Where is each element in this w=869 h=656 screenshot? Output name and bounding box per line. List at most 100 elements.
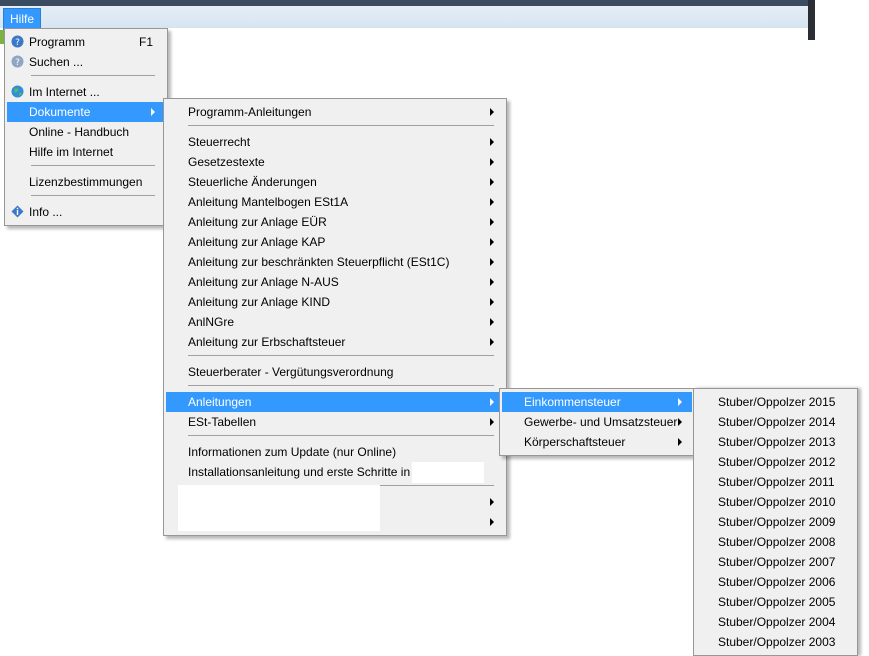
menu-item-anlngre[interactable]: AnlNGre — [166, 312, 504, 332]
menu-item-label: Stuber/Oppolzer 2015 — [718, 395, 836, 409]
menu-item-online-handbuch[interactable]: Online - Handbuch — [7, 122, 165, 142]
submenu-arrow-icon — [490, 278, 494, 286]
submenu-arrow-icon — [490, 158, 494, 166]
submenu-arrow-icon — [678, 418, 682, 426]
menu-item-einkommensteuer[interactable]: Einkommensteuer — [502, 392, 692, 412]
menu-item-stuber-2015[interactable]: Stuber/Oppolzer 2015 — [696, 392, 855, 412]
menu-item-steuerrecht[interactable]: Steuerrecht — [166, 132, 504, 152]
menu-item-label: Stuber/Oppolzer 2014 — [718, 415, 836, 429]
submenu-arrow-icon — [678, 438, 682, 446]
menu-item-label: Anleitung zur Anlage KAP — [188, 235, 326, 249]
menu-item-label: Anleitung zur Anlage KIND — [188, 295, 331, 309]
globe-icon — [11, 85, 24, 98]
menu-item-label: Stuber/Oppolzer 2007 — [718, 555, 836, 569]
info-icon — [11, 205, 24, 218]
menu-separator — [31, 75, 155, 76]
menu-item-label: Körperschaftsteuer — [524, 435, 626, 449]
income-tax-menu: Stuber/Oppolzer 2015 Stuber/Oppolzer 201… — [693, 388, 858, 656]
menu-separator — [188, 125, 494, 126]
menu-item-label: Hilfe im Internet — [29, 145, 114, 159]
redacted-region — [178, 485, 380, 531]
menu-separator — [188, 355, 494, 356]
menu-item-label: Stuber/Oppolzer 2010 — [718, 495, 836, 509]
menu-item-label: Steuerrecht — [188, 135, 251, 149]
menu-item-est1c[interactable]: Anleitung zur beschränkten Steuerpflicht… — [166, 252, 504, 272]
menu-item-anlage-euer[interactable]: Anleitung zur Anlage EÜR — [166, 212, 504, 232]
menu-item-label: Anleitung zur Anlage N-AUS — [188, 275, 339, 289]
help-circle-icon: ? — [11, 35, 24, 48]
menu-item-label: Gesetzestexte — [188, 155, 265, 169]
menu-item-steuerliche-aenderungen[interactable]: Steuerliche Änderungen — [166, 172, 504, 192]
menu-item-stuber-2007[interactable]: Stuber/Oppolzer 2007 — [696, 552, 855, 572]
menu-item-stuber-2013[interactable]: Stuber/Oppolzer 2013 — [696, 432, 855, 452]
menu-item-gesetzestexte[interactable]: Gesetzestexte — [166, 152, 504, 172]
submenu-arrow-icon — [490, 318, 494, 326]
menu-item-label: Stuber/Oppolzer 2003 — [718, 635, 836, 649]
search-help-icon: ? — [11, 55, 24, 68]
menu-item-est-tabellen[interactable]: ESt-Tabellen — [166, 412, 504, 432]
menu-item-anlage-kind[interactable]: Anleitung zur Anlage KIND — [166, 292, 504, 312]
menu-item-label: Stuber/Oppolzer 2004 — [718, 615, 836, 629]
menu-item-label: Anleitung zur Erbschaftsteuer — [188, 335, 346, 349]
menu-item-programm-anleitungen[interactable]: Programm-Anleitungen — [166, 102, 504, 122]
menu-item-stuber-2010[interactable]: Stuber/Oppolzer 2010 — [696, 492, 855, 512]
menu-item-verguetungsverordnung[interactable]: Steuerberater - Vergütungsverordnung — [166, 362, 504, 382]
menu-separator — [188, 385, 494, 386]
menu-item-stuber-2009[interactable]: Stuber/Oppolzer 2009 — [696, 512, 855, 532]
menu-item-mantelbogen[interactable]: Anleitung Mantelbogen ESt1A — [166, 192, 504, 212]
menu-item-dokumente[interactable]: Dokumente — [7, 102, 165, 122]
menu-item-label: Suchen ... — [29, 55, 84, 69]
menu-item-label: Stuber/Oppolzer 2011 — [718, 475, 835, 489]
menu-item-info[interactable]: Info ... — [7, 202, 165, 222]
menu-item-label: Stuber/Oppolzer 2013 — [718, 435, 836, 449]
menu-item-label: Info ... — [29, 205, 63, 219]
submenu-arrow-icon — [490, 138, 494, 146]
menu-separator — [31, 195, 155, 196]
submenu-arrow-icon — [490, 418, 494, 426]
menu-item-stuber-2012[interactable]: Stuber/Oppolzer 2012 — [696, 452, 855, 472]
menu-item-stuber-2011[interactable]: Stuber/Oppolzer 2011 — [696, 472, 855, 492]
submenu-arrow-icon — [490, 238, 494, 246]
submenu-arrow-icon — [678, 398, 682, 406]
submenu-arrow-icon — [490, 108, 494, 116]
menu-hilfe[interactable]: Hilfe — [3, 8, 42, 30]
menu-item-suchen[interactable]: ? Suchen ... — [7, 52, 165, 72]
window-edge — [808, 0, 815, 40]
menu-item-stuber-2003[interactable]: Stuber/Oppolzer 2003 — [696, 632, 855, 652]
menu-item-anlage-kap[interactable]: Anleitung zur Anlage KAP — [166, 232, 504, 252]
menu-item-label: Programm-Anleitungen — [188, 105, 312, 119]
menu-item-anlage-n-aus[interactable]: Anleitung zur Anlage N-AUS — [166, 272, 504, 292]
menu-item-erbschaftsteuer[interactable]: Anleitung zur Erbschaftsteuer — [166, 332, 504, 352]
menu-item-label: Anleitung zur beschränkten Steuerpflicht… — [188, 255, 450, 269]
submenu-arrow-icon — [490, 398, 494, 406]
menu-separator — [31, 165, 155, 166]
svg-text:?: ? — [15, 58, 20, 68]
menu-item-im-internet[interactable]: Im Internet ... — [7, 82, 165, 102]
menu-item-stuber-2005[interactable]: Stuber/Oppolzer 2005 — [696, 592, 855, 612]
menu-item-label: Anleitung Mantelbogen ESt1A — [188, 195, 349, 209]
menu-item-label: Anleitung zur Anlage EÜR — [188, 215, 327, 229]
menu-item-stuber-2008[interactable]: Stuber/Oppolzer 2008 — [696, 532, 855, 552]
menu-item-label: Stuber/Oppolzer 2009 — [718, 515, 836, 529]
menu-item-stuber-2014[interactable]: Stuber/Oppolzer 2014 — [696, 412, 855, 432]
window-frame — [0, 0, 815, 6]
menu-item-gewerbe-umsatzsteuer[interactable]: Gewerbe- und Umsatzsteuer — [502, 412, 692, 432]
submenu-arrow-icon — [490, 298, 494, 306]
menu-item-programm[interactable]: ? Programm F1 — [7, 32, 165, 52]
menu-item-update-info[interactable]: Informationen zum Update (nur Online) — [166, 442, 504, 462]
menu-item-hilfe-im-internet[interactable]: Hilfe im Internet — [7, 142, 165, 162]
menu-item-label: Lizenzbestimmungen — [29, 175, 143, 189]
submenu-arrow-icon — [490, 498, 494, 506]
menu-item-label: Stuber/Oppolzer 2008 — [718, 535, 836, 549]
menu-item-koerperschaftsteuer[interactable]: Körperschaftsteuer — [502, 432, 692, 452]
menu-item-lizenzbestimmungen[interactable]: Lizenzbestimmungen — [7, 172, 165, 192]
menu-item-label: Informationen zum Update (nur Online) — [188, 445, 397, 459]
menu-item-label: Steuerliche Änderungen — [188, 175, 317, 189]
menu-item-stuber-2006[interactable]: Stuber/Oppolzer 2006 — [696, 572, 855, 592]
menu-item-anleitungen[interactable]: Anleitungen — [166, 392, 504, 412]
submenu-arrow-icon — [490, 178, 494, 186]
menu-item-stuber-2004[interactable]: Stuber/Oppolzer 2004 — [696, 612, 855, 632]
guides-menu: Einkommensteuer Gewerbe- und Umsatzsteue… — [499, 388, 695, 456]
menu-item-label: Dokumente — [29, 105, 91, 119]
menu-item-label: Einkommensteuer — [524, 395, 621, 409]
